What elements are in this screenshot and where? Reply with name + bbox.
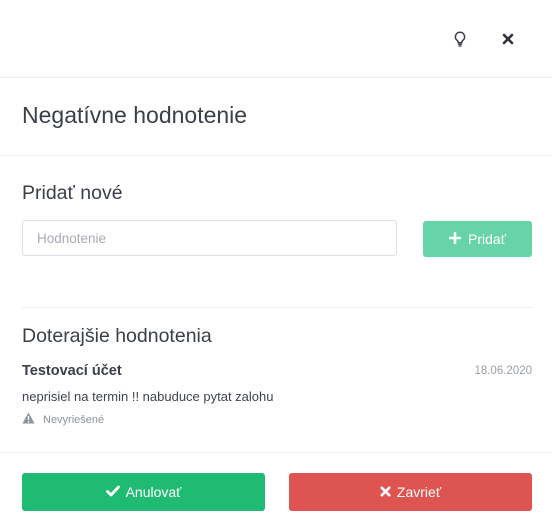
modal-header	[0, 0, 552, 78]
section-divider	[22, 307, 532, 308]
check-icon	[105, 484, 120, 500]
status-badge: Nevyriešené	[22, 412, 104, 427]
cancel-rating-button[interactable]: Anulovať	[22, 473, 265, 511]
close-button-label: Zavrieť	[396, 484, 442, 500]
close-button[interactable]: Zavrieť	[289, 473, 532, 511]
status-label: Nevyriešené	[43, 413, 105, 426]
modal-footer: Anulovať Zavrieť	[0, 452, 552, 530]
cancel-rating-label: Anulovať	[125, 484, 182, 500]
add-button[interactable]: Pridať	[423, 221, 532, 257]
item-text: neprisiel na termin !! nabuduce pytat za…	[22, 389, 274, 404]
item-author: Testovací účet	[22, 363, 122, 379]
title-row: Negatívne hodnotenie	[0, 78, 552, 156]
plus-icon	[448, 231, 462, 247]
close-icon[interactable]	[497, 28, 519, 50]
warning-icon	[22, 412, 35, 427]
close-icon	[380, 484, 391, 500]
add-button-label: Pridať	[468, 231, 506, 247]
rating-input[interactable]	[22, 220, 397, 256]
lightbulb-icon[interactable]	[449, 28, 471, 50]
add-section-title: Pridať nové	[22, 182, 123, 204]
page-title: Negatívne hodnotenie	[22, 102, 248, 128]
list-section-title: Doterajšie hodnotenia	[22, 325, 212, 347]
item-date: 18.06.2020	[474, 365, 532, 377]
